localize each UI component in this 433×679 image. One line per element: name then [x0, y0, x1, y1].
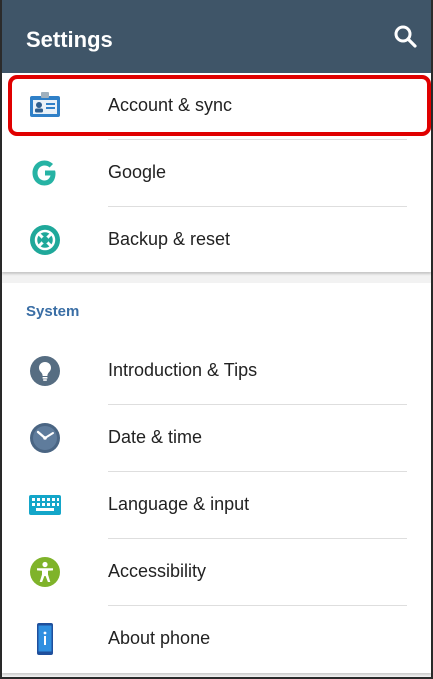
- settings-item-label: Backup & reset: [108, 229, 231, 249]
- backup-reset-icon: [30, 225, 60, 255]
- settings-item-label: Introduction & Tips: [108, 360, 258, 380]
- phone-info-icon: [37, 623, 53, 655]
- settings-item-label: Language & input: [108, 494, 250, 514]
- highlight-outline: [8, 75, 431, 136]
- search-button[interactable]: [391, 22, 421, 52]
- settings-item-backup-reset[interactable]: Backup & reset: [2, 207, 431, 273]
- section-header-system: System: [26, 303, 80, 320]
- system-settings-group: System Introduction & Tips Date & time L…: [2, 283, 431, 673]
- accessibility-icon: [30, 557, 60, 587]
- clock-icon: [30, 423, 60, 453]
- keyboard-icon: [29, 495, 61, 515]
- settings-item-language-input[interactable]: Language & input: [2, 472, 431, 538]
- settings-item-label: Date & time: [108, 427, 203, 447]
- settings-item-label: Accessibility: [108, 561, 207, 581]
- lightbulb-icon: [30, 356, 60, 386]
- settings-item-date-time[interactable]: Date & time: [2, 405, 431, 471]
- settings-item-label: Google: [108, 162, 167, 182]
- settings-item-label: About phone: [108, 628, 211, 648]
- settings-item-about-phone[interactable]: About phone: [2, 606, 431, 672]
- page-title: Settings: [26, 27, 113, 52]
- settings-item-accessibility[interactable]: Accessibility: [2, 539, 431, 605]
- app-bar: Settings: [2, 0, 431, 73]
- search-icon: [394, 25, 417, 48]
- settings-item-introduction-tips[interactable]: Introduction & Tips: [2, 338, 431, 404]
- google-icon: [32, 160, 56, 186]
- settings-item-google[interactable]: Google: [2, 140, 431, 206]
